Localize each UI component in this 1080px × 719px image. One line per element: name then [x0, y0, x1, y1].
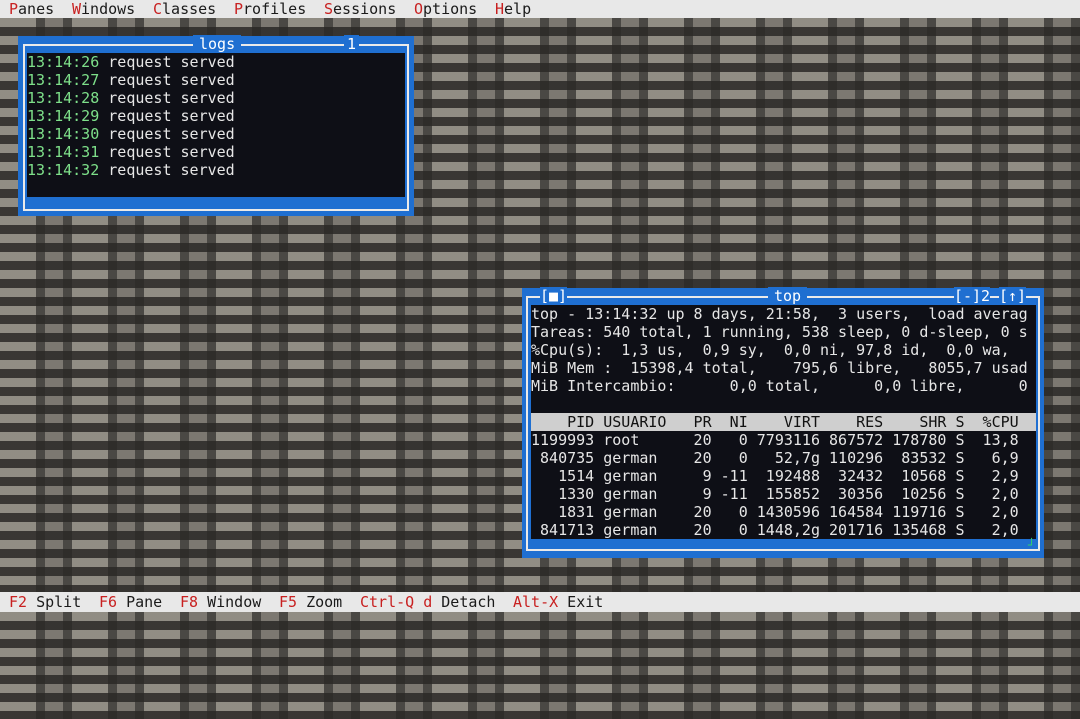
shortcut-window[interactable]: F8 Window — [180, 593, 261, 611]
log-line: 13:14:27 request served — [27, 71, 235, 89]
menu-options[interactable]: Options — [414, 0, 477, 18]
shortcut-split[interactable]: F2 Split — [9, 593, 81, 611]
log-line: 13:14:30 request served — [27, 125, 235, 143]
process-row: 1831 german 20 0 1430596 164584 119716 S… — [531, 503, 1019, 521]
shortcut-zoom[interactable]: F5 Zoom — [279, 593, 342, 611]
log-line: 13:14:26 request served — [27, 53, 235, 71]
menu-sessions[interactable]: Sessions — [324, 0, 396, 18]
resize-handle-icon[interactable]: ┘ — [1028, 539, 1035, 551]
summary-line — [531, 395, 1036, 413]
maximize-button[interactable]: [↑] — [999, 287, 1027, 305]
menu-classes[interactable]: Classes — [153, 0, 216, 18]
status-bar: F2 Split F6 Pane F8 Window F5 Zoom Ctrl-… — [0, 592, 1080, 612]
menu-panes[interactable]: Panes — [9, 0, 54, 18]
process-row: 1330 german 9 -11 155852 30356 10256 S 2… — [531, 485, 1019, 503]
top-window-number[interactable]: 2 — [981, 287, 991, 305]
top-window-title[interactable]: top — [768, 287, 808, 305]
minimize-button[interactable]: [-] — [954, 287, 982, 305]
summary-line: top - 13:14:32 up 8 days, 21:58, 3 users… — [531, 305, 1028, 323]
summary-line: MiB Mem : 15398,4 total, 795,6 libre, 80… — [531, 359, 1028, 377]
log-line: 13:14:29 request served — [27, 107, 235, 125]
process-table-header: PID USUARIO PR NI VIRT RES SHR S %CPU — [531, 413, 1036, 431]
menu-help[interactable]: Help — [495, 0, 531, 18]
menu-profiles[interactable]: Profiles — [234, 0, 306, 18]
logs-output[interactable]: 13:14:26 request served 13:14:27 request… — [27, 53, 405, 197]
log-line: 13:14:31 request served — [27, 143, 235, 161]
process-row: 840735 german 20 0 52,7g 110296 83532 S … — [531, 449, 1019, 467]
process-row: 841713 german 20 0 1448,2g 201716 135468… — [531, 521, 1019, 539]
summary-line: MiB Intercambio: 0,0 total, 0,0 libre, 0 — [531, 377, 1028, 395]
menu-windows[interactable]: Windows — [72, 0, 135, 18]
shortcut-exit[interactable]: Alt-X Exit — [513, 593, 603, 611]
summary-line: Tareas: 540 total, 1 running, 538 sleep,… — [531, 323, 1028, 341]
logs-window-number[interactable]: 1 — [344, 35, 360, 53]
log-line: 13:14:32 request served — [27, 161, 235, 179]
log-line: 13:14:28 request served — [27, 89, 235, 107]
logs-window-title[interactable]: logs — [193, 35, 242, 53]
logs-window[interactable]: logs 1 13:14:26 request served 13:14:27 … — [18, 35, 414, 216]
process-row: 1199993 root 20 0 7793116 867572 178780 … — [531, 431, 1019, 449]
top-output[interactable]: top - 13:14:32 up 8 days, 21:58, 3 users… — [531, 305, 1036, 539]
top-window[interactable]: [■] top [-] 2 [↑] top - 13:14:32 up 8 da… — [522, 287, 1044, 558]
process-row: 1514 german 9 -11 192488 32432 10568 S 2… — [531, 467, 1019, 485]
summary-line: %Cpu(s): 1,3 us, 0,9 sy, 0,0 ni, 97,8 id… — [531, 341, 1010, 359]
close-button[interactable]: [■] — [540, 287, 568, 305]
shortcut-detach[interactable]: Ctrl-Q d Detach — [360, 593, 495, 611]
menu-bar: Panes Windows Classes Profiles Sessions … — [0, 0, 1080, 18]
shortcut-pane[interactable]: F6 Pane — [99, 593, 162, 611]
